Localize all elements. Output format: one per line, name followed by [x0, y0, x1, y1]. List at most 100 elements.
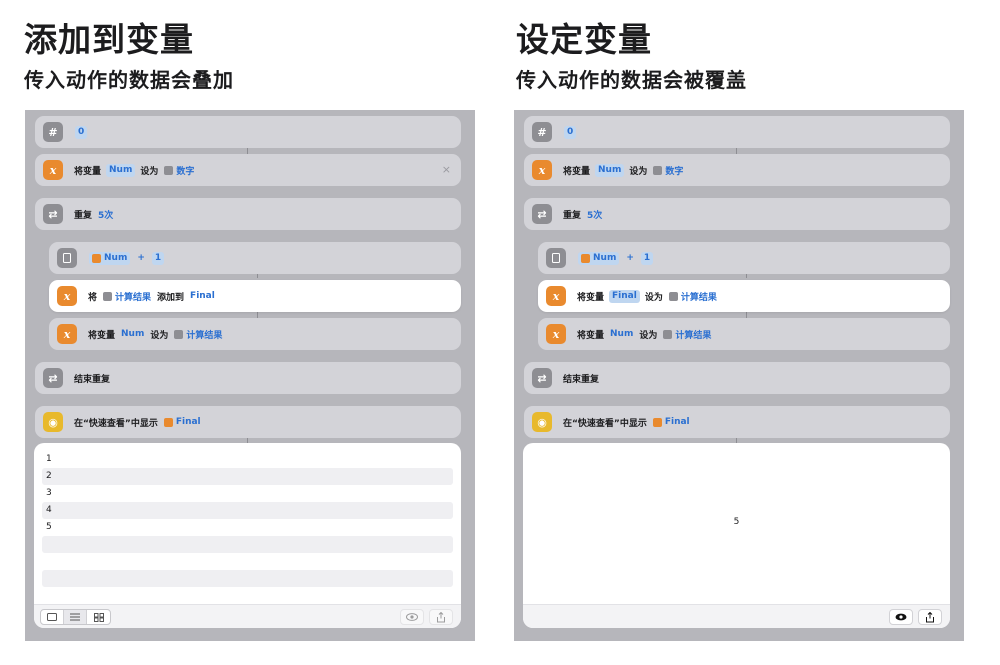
- number-value-token[interactable]: 0: [564, 125, 577, 139]
- quicklook-action[interactable]: ◉ 在“快速查看”中显示 Final: [524, 406, 950, 438]
- add-to-variable-action[interactable]: x 将 计算结果 添加到 Final: [49, 280, 461, 312]
- calc-result-token[interactable]: 计算结果: [661, 328, 713, 341]
- variable-token[interactable]: Num: [89, 251, 131, 265]
- right-title: 设定变量: [516, 20, 652, 59]
- calc-result-token[interactable]: 计算结果: [667, 290, 719, 303]
- preview-eye-button[interactable]: [889, 609, 913, 625]
- value-token[interactable]: 数字: [162, 164, 196, 177]
- list-item: [42, 587, 453, 604]
- set-final-variable-action[interactable]: x 将变量 Final 设为 计算结果: [538, 280, 950, 312]
- action-text: 在“快速查看”中显示: [563, 418, 647, 429]
- remove-action-icon[interactable]: ×: [442, 163, 451, 176]
- variable-x-icon: x: [57, 286, 77, 306]
- share-icon: [926, 611, 934, 622]
- action-text: 结束重复: [563, 374, 600, 385]
- quicklook-result-list: 1 2 3 4 5: [34, 443, 461, 628]
- list-view-icon[interactable]: [64, 610, 87, 624]
- number-action[interactable]: # 0: [524, 116, 950, 148]
- list-item: 5: [46, 522, 52, 532]
- left-title: 添加到变量: [24, 20, 194, 59]
- repeat-action[interactable]: ⇄ 重复 5次: [35, 198, 461, 230]
- right-shortcut-editor: # 0 x 将变量 Num 设为 数字 ⇄ 重复 5次 Num + 1 x 将变…: [514, 110, 964, 641]
- number-action[interactable]: # 0: [35, 116, 461, 148]
- variable-x-icon: x: [546, 286, 566, 306]
- grid-view-icon[interactable]: [87, 610, 110, 624]
- repeat-count-token[interactable]: 5次: [96, 208, 115, 221]
- calc-result-token[interactable]: 计算结果: [101, 290, 153, 303]
- value-token[interactable]: 数字: [651, 164, 685, 177]
- single-view-icon[interactable]: [41, 610, 64, 624]
- action-text: 将: [88, 292, 98, 303]
- list-item: 2: [42, 468, 453, 485]
- action-text: 设为: [629, 166, 648, 177]
- variable-token[interactable]: Final: [162, 416, 203, 429]
- calc-mini-icon: [174, 329, 184, 339]
- result-toolbar: [34, 604, 461, 628]
- variable-token-label: Num: [104, 253, 128, 263]
- calc-mini-icon: [103, 291, 113, 301]
- calculator-icon: [546, 248, 566, 268]
- variable-mini-icon: [163, 417, 173, 427]
- hash-icon: #: [43, 122, 63, 142]
- operand-token[interactable]: 1: [151, 251, 165, 265]
- end-repeat-action[interactable]: ⇄ 结束重复: [524, 362, 950, 394]
- variable-x-icon: x: [546, 324, 566, 344]
- variable-mini-icon: [581, 253, 590, 263]
- end-repeat-action[interactable]: ⇄ 结束重复: [35, 362, 461, 394]
- repeat-icon: ⇄: [43, 368, 63, 388]
- left-header: 添加到变量 传入动作的数据会叠加: [24, 18, 234, 95]
- eye-icon: ◉: [43, 412, 63, 432]
- variable-token[interactable]: Num: [578, 251, 620, 265]
- number-mini-icon: [653, 165, 663, 175]
- list-item: [42, 570, 453, 587]
- operator-token[interactable]: +: [135, 252, 147, 265]
- action-text: 将变量: [74, 166, 102, 177]
- variable-name-token[interactable]: Num: [106, 163, 136, 177]
- preview-eye-button[interactable]: [400, 609, 424, 625]
- variable-name-token[interactable]: Num: [595, 163, 625, 177]
- set-variable-action[interactable]: x 将变量 Num 设为 数字: [524, 154, 950, 186]
- value-token-label: 数字: [665, 166, 684, 177]
- calc-result-token-label: 计算结果: [675, 330, 712, 341]
- value-token-label: 数字: [176, 166, 195, 177]
- action-text: 设为: [644, 292, 663, 303]
- calculate-action[interactable]: Num + 1: [538, 242, 950, 274]
- calc-result-token-label: 计算结果: [115, 292, 152, 303]
- repeat-icon: ⇄: [532, 204, 552, 224]
- calculate-action[interactable]: Num + 1: [49, 242, 461, 274]
- eye-icon: [406, 613, 418, 621]
- list-item: 1: [46, 454, 52, 464]
- target-variable-token[interactable]: Final: [188, 290, 217, 303]
- variable-token-label: Final: [664, 417, 690, 427]
- quicklook-action[interactable]: ◉ 在“快速查看”中显示 Final: [35, 406, 461, 438]
- action-text: 将变量: [563, 166, 591, 177]
- number-value-token[interactable]: 0: [75, 125, 88, 139]
- variable-name-token[interactable]: Final: [609, 289, 640, 303]
- set-variable-action[interactable]: x 将变量 Num 设为 计算结果: [538, 318, 950, 350]
- variable-name-token[interactable]: Num: [608, 328, 635, 341]
- variable-x-icon: x: [43, 160, 63, 180]
- repeat-count-token[interactable]: 5次: [585, 208, 604, 221]
- calc-mini-icon: [668, 291, 678, 301]
- share-button[interactable]: [429, 609, 453, 625]
- repeat-icon: ⇄: [43, 204, 63, 224]
- variable-token[interactable]: Final: [651, 416, 692, 429]
- result-value: 5: [733, 517, 740, 527]
- variable-name-token[interactable]: Num: [119, 328, 146, 341]
- operand-token[interactable]: 1: [640, 251, 654, 265]
- calc-result-token[interactable]: 计算结果: [172, 328, 224, 341]
- variable-mini-icon: [92, 253, 101, 263]
- variable-token-label: Num: [593, 253, 617, 263]
- calculator-icon: [57, 248, 77, 268]
- left-subtitle: 传入动作的数据会叠加: [24, 68, 234, 92]
- action-text: 将变量: [577, 292, 605, 303]
- operator-token[interactable]: +: [624, 252, 636, 265]
- action-text: 在“快速查看”中显示: [74, 418, 158, 429]
- eye-icon: [895, 613, 907, 621]
- set-variable-action[interactable]: x 将变量 Num 设为 数字 ×: [35, 154, 461, 186]
- view-mode-segmented-control[interactable]: [40, 609, 111, 625]
- repeat-action[interactable]: ⇄ 重复 5次: [524, 198, 950, 230]
- set-variable-action[interactable]: x 将变量 Num 设为 计算结果: [49, 318, 461, 350]
- list-item: 4: [42, 502, 453, 519]
- share-button[interactable]: [918, 609, 942, 625]
